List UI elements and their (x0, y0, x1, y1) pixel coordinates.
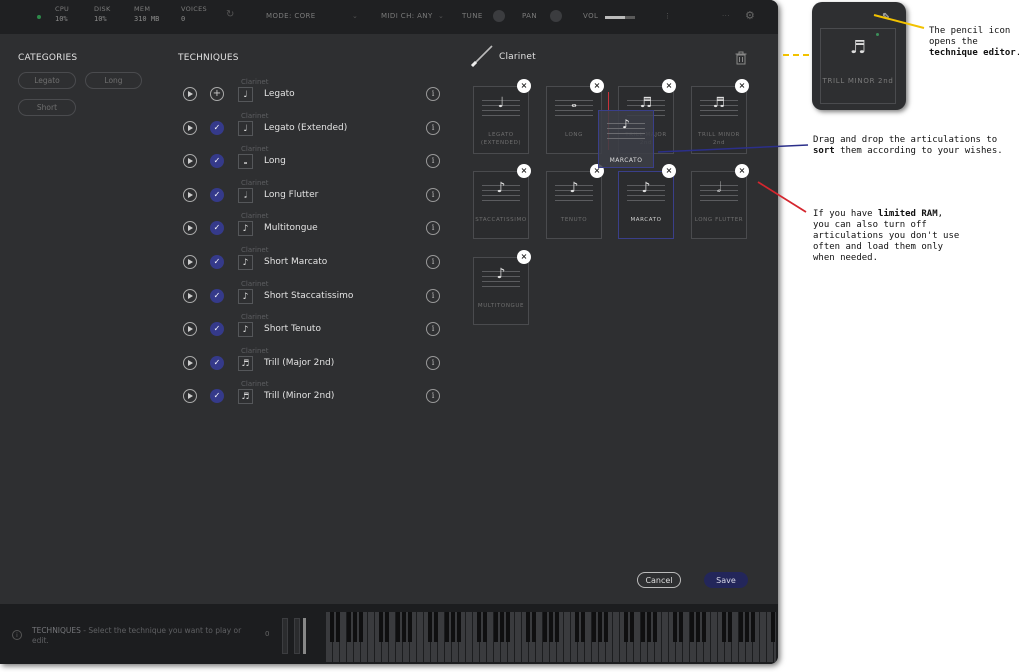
annotation-lines (657, 14, 925, 213)
annotation-pencil: The pencil icon opens the technique edit… (929, 26, 1022, 58)
annotation-ram: If you have limited RAM, you can also tu… (813, 209, 960, 263)
annotation-drag: Drag and drop the articulations to sort … (813, 135, 1003, 156)
